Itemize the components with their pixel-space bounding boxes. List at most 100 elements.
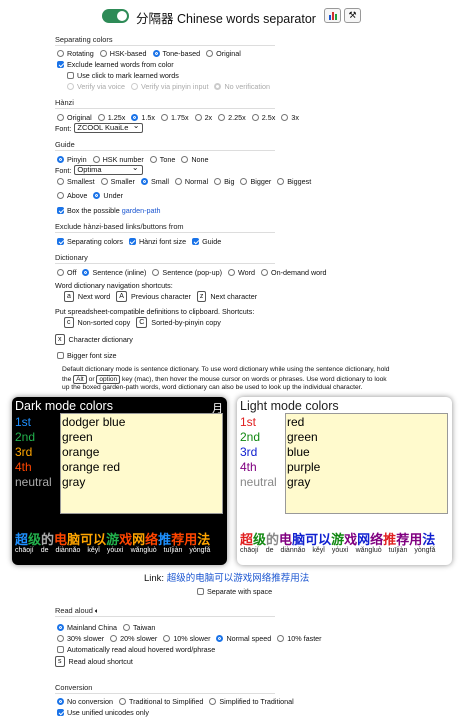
sample-hanzi-char[interactable]: 超 (240, 532, 253, 547)
radio-trad-to-simp[interactable] (118, 698, 126, 705)
radio-guide-tone[interactable] (149, 156, 157, 163)
sample-hanzi-char[interactable]: 络 (370, 532, 383, 547)
radio-verify-pinyin[interactable] (130, 83, 138, 90)
stats-button[interactable] (324, 8, 341, 23)
exclude-separating-colors-checkbox[interactable] (57, 238, 64, 245)
enable-toggle[interactable] (102, 9, 129, 23)
radio-dict-off[interactable] (57, 269, 64, 276)
radio-guide-under[interactable] (93, 192, 101, 199)
radio-guide-big[interactable] (214, 178, 222, 185)
sample-link[interactable]: 超级的电脑可以游戏网络推荐用法 (167, 573, 310, 584)
sample-hanzi-char[interactable]: 网 (357, 532, 370, 547)
radio-simp-to-trad[interactable] (209, 698, 217, 705)
radio-size-1-75x[interactable] (160, 114, 168, 121)
bigger-font-label: Bigger font size (67, 351, 117, 360)
sample-hanzi-char[interactable]: 可 (80, 532, 93, 547)
radio-size-1-5x[interactable] (131, 114, 139, 121)
sample-hanzi-char[interactable]: 电 (54, 532, 67, 547)
radio-guide-none[interactable] (181, 156, 189, 163)
sample-hanzi-char[interactable]: 法 (197, 532, 210, 547)
radio-label: On-demand word (271, 268, 327, 277)
sample-pinyin-word: de (40, 547, 49, 554)
section-exclude-links: Exclude hànzi-based links/buttons from (55, 222, 184, 231)
radio-30-slower[interactable] (57, 635, 64, 642)
exclude-learned-checkbox[interactable] (57, 61, 64, 68)
sample-hanzi-char[interactable]: 推 (158, 532, 171, 547)
sample-hanzi-char[interactable]: 络 (145, 532, 158, 547)
radio-guide-bigger[interactable] (240, 178, 248, 185)
radio-original[interactable] (206, 50, 214, 57)
sample-hanzi-char[interactable]: 网 (132, 532, 145, 547)
sample-hanzi-char[interactable]: 荐 (171, 532, 184, 547)
unified-unicodes-checkbox[interactable] (57, 709, 64, 716)
guide-font-select[interactable]: Optima (74, 164, 143, 175)
radio-guide-normal[interactable] (174, 178, 182, 185)
radio-guide-smallest[interactable] (57, 178, 64, 185)
auto-read-checkbox[interactable] (57, 646, 64, 653)
separate-with-space-checkbox[interactable] (197, 588, 204, 595)
radio-10-slower[interactable] (163, 635, 171, 642)
sample-hanzi-char[interactable]: 用 (184, 532, 197, 547)
exclude-guide-checkbox[interactable] (192, 238, 200, 245)
sample-hanzi-char[interactable]: 推 (383, 532, 396, 547)
radio-label: Under (103, 191, 123, 200)
radio-tone-based[interactable] (152, 50, 160, 57)
radio-guide-small[interactable] (140, 178, 148, 185)
radio-dict-on-demand[interactable] (261, 269, 269, 276)
sample-hanzi-char[interactable]: 游 (106, 532, 119, 547)
guide-font-label: Font: (55, 165, 72, 175)
radio-dict-sentence-inline[interactable] (82, 269, 90, 276)
garden-path-link[interactable]: garden-path (122, 206, 161, 215)
settings-button[interactable]: ⚒ (344, 8, 361, 23)
sample-hanzi-char[interactable]: 可 (305, 532, 318, 547)
sample-hanzi-char[interactable]: 戏 (344, 532, 357, 547)
radio-size-1-25x[interactable] (97, 114, 105, 121)
radio-guide-biggest[interactable] (277, 178, 285, 185)
sample-hanzi-char[interactable]: 脑 (67, 532, 80, 547)
sample-hanzi-char[interactable]: 超 (15, 532, 28, 547)
radio-hsk-based[interactable] (99, 50, 107, 57)
sample-hanzi-char[interactable]: 用 (409, 532, 422, 547)
bigger-font-checkbox[interactable] (57, 352, 64, 359)
sample-hanzi-char[interactable]: 级 (253, 532, 266, 547)
sample-hanzi-char[interactable]: 戏 (119, 532, 132, 547)
sample-hanzi-char[interactable]: 的 (41, 532, 54, 547)
radio-guide-smaller[interactable] (100, 178, 108, 185)
radio-guide-above[interactable] (57, 192, 64, 199)
radio-dict-sentence-popup[interactable] (152, 269, 160, 276)
use-click-checkbox[interactable] (67, 72, 74, 79)
sample-hanzi-char[interactable]: 游 (331, 532, 344, 547)
radio-size-original[interactable] (57, 114, 64, 121)
radio-normal-speed[interactable] (216, 635, 224, 642)
sample-hanzi-char[interactable]: 以 (318, 532, 331, 547)
hanzi-font-select[interactable]: ZCOOL KuaiLe (74, 122, 144, 133)
radio-size-2x[interactable] (194, 114, 202, 121)
sample-pinyin-word: kěyǐ (312, 547, 325, 554)
box-garden-path-checkbox[interactable] (57, 207, 64, 214)
radio-no-verification[interactable] (214, 83, 222, 90)
sample-hanzi-char[interactable]: 的 (266, 532, 279, 547)
radio-rotating[interactable] (57, 50, 64, 57)
sample-hanzi-char[interactable]: 级 (28, 532, 41, 547)
radio-dict-word[interactable] (227, 269, 235, 276)
exclude-hanzi-font-size-checkbox[interactable] (128, 238, 136, 245)
radio-taiwan[interactable] (122, 624, 130, 631)
radio-label: 2.5x (261, 113, 276, 122)
radio-20-slower[interactable] (110, 635, 118, 642)
sample-hanzi-char[interactable]: 法 (422, 532, 435, 547)
sample-hanzi-char[interactable]: 以 (93, 532, 106, 547)
radio-verify-voice[interactable] (67, 83, 74, 90)
radio-size-2-25x[interactable] (218, 114, 226, 121)
note-text: the (62, 375, 72, 383)
radio-mainland-china[interactable] (57, 624, 64, 631)
radio-guide-pinyin[interactable] (57, 156, 64, 163)
radio-label: 2x (204, 113, 213, 122)
radio-size-2-5x[interactable] (251, 114, 259, 121)
radio-no-conversion[interactable] (57, 698, 64, 705)
sample-hanzi-char[interactable]: 荐 (396, 532, 409, 547)
sample-hanzi-char[interactable]: 电 (279, 532, 292, 547)
radio-size-3x[interactable] (281, 114, 289, 121)
sample-hanzi-char[interactable]: 脑 (292, 532, 305, 547)
radio-guide-hsk[interactable] (92, 156, 100, 163)
radio-10-faster[interactable] (277, 635, 285, 642)
